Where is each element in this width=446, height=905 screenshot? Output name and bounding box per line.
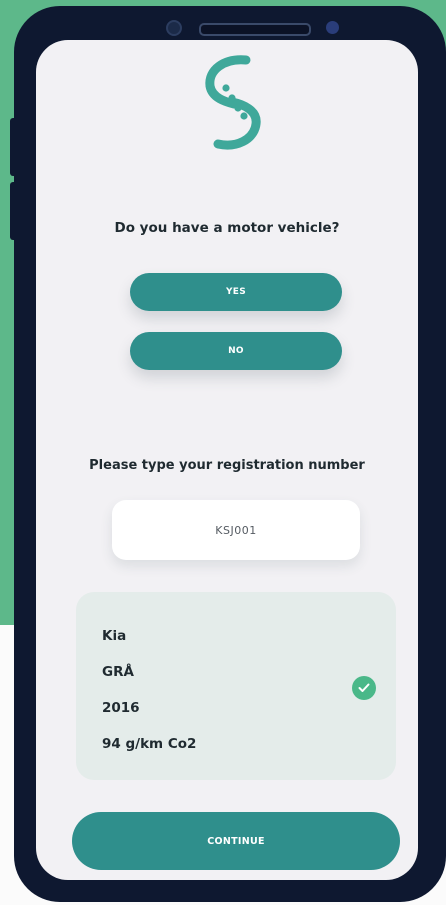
s-logo-icon xyxy=(205,55,261,150)
vehicle-color: GRÅ xyxy=(102,664,134,680)
yes-button[interactable]: YES xyxy=(130,273,342,311)
app-screen: Do you have a motor vehicle? YES NO Plea… xyxy=(36,40,418,880)
earpiece-speaker xyxy=(199,23,311,36)
proximity-sensor-icon xyxy=(326,21,339,34)
vehicle-emissions: 94 g/km Co2 xyxy=(102,736,197,752)
no-button[interactable]: NO xyxy=(130,332,342,370)
vehicle-make: Kia xyxy=(102,628,127,644)
vehicle-question: Do you have a motor vehicle? xyxy=(114,220,340,236)
front-camera-icon xyxy=(166,20,182,36)
vehicle-info-card: Kia GRÅ 2016 94 g/km Co2 xyxy=(76,592,396,780)
registration-input[interactable]: KSJ001 xyxy=(112,500,360,560)
vehicle-year: 2016 xyxy=(102,700,140,716)
check-circle-icon xyxy=(352,676,376,700)
continue-button[interactable]: CONTINUE xyxy=(72,812,400,870)
registration-label: Please type your registration number xyxy=(89,458,365,473)
